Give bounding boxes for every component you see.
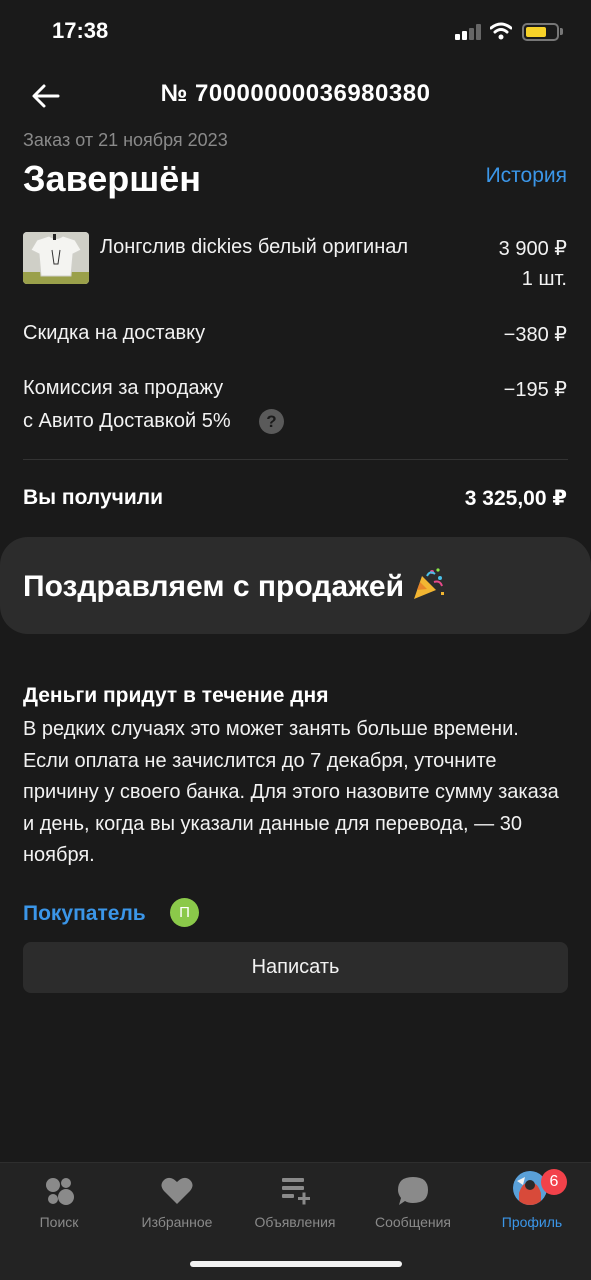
order-status: Завершён [23,158,202,199]
tab-listings[interactable]: Объявления [236,1163,354,1243]
delivery-discount-label: Скидка на доставку [23,322,206,344]
buyer-link[interactable]: Покупатель [23,902,146,926]
congrats-text: Поздравляем с продажей [23,570,405,603]
status-time: 17:38 [52,18,109,43]
delivery-discount-value: −380 ₽ [503,324,567,346]
home-indicator[interactable] [190,1261,402,1267]
listings-icon [282,1178,310,1205]
product-thumbnail[interactable] [23,232,89,284]
order-number-title: № 70000000036980380 [160,80,431,107]
tab-messages[interactable]: Сообщения [354,1163,472,1243]
search-dots-icon [46,1178,74,1205]
history-link[interactable]: История [486,164,567,188]
wifi-icon [490,22,512,40]
product-title[interactable]: Лонгслив dickies белый оригинал [100,236,408,259]
chat-bubble-icon [398,1177,428,1205]
tab-label: Поиск [39,1214,79,1230]
tab-label: Профиль [501,1214,563,1230]
commission-label-line2: с Авито Доставкой 5% [23,410,231,432]
product-price: 3 900 ₽ [498,238,567,260]
battery-icon [522,23,559,41]
total-label: Вы получили [23,486,164,509]
party-popper-icon [414,568,445,599]
cellular-signal-icon [455,24,483,40]
divider [23,459,568,460]
tab-search[interactable]: Поиск [0,1163,118,1243]
congrats-message: Поздравляем с продажей [23,566,446,604]
status-bar: 17:38 [0,0,591,64]
total-value: 3 325,00 ₽ [464,487,567,510]
product-quantity: 1 шт. [521,268,567,290]
order-date: Заказ от 21 ноября 2023 [23,130,228,150]
write-message-button[interactable]: Написать [23,942,568,993]
help-icon[interactable]: ? [259,409,284,434]
tab-profile[interactable]: 6 Профиль [473,1163,591,1243]
money-info-title: Деньги придут в течение дня [23,684,329,707]
tab-label: Избранное [141,1214,213,1230]
tab-label: Объявления [254,1214,336,1230]
commission-value: −195 ₽ [503,379,567,401]
battery-tip [560,28,563,35]
tab-label: Сообщения [375,1214,451,1230]
notification-badge: 6 [541,1169,567,1195]
order-screen: 17:38 № 70000000036980380 Заказ от 21 но… [0,0,591,1280]
commission-label-line1: Комиссия за продажу [23,377,224,399]
tshirt-image [23,232,89,284]
buyer-avatar[interactable]: П [170,898,199,927]
heart-icon [161,1177,193,1204]
money-info-text: В редких случаях это может занять больше… [23,718,559,866]
tab-favorites[interactable]: Избранное [118,1163,236,1243]
